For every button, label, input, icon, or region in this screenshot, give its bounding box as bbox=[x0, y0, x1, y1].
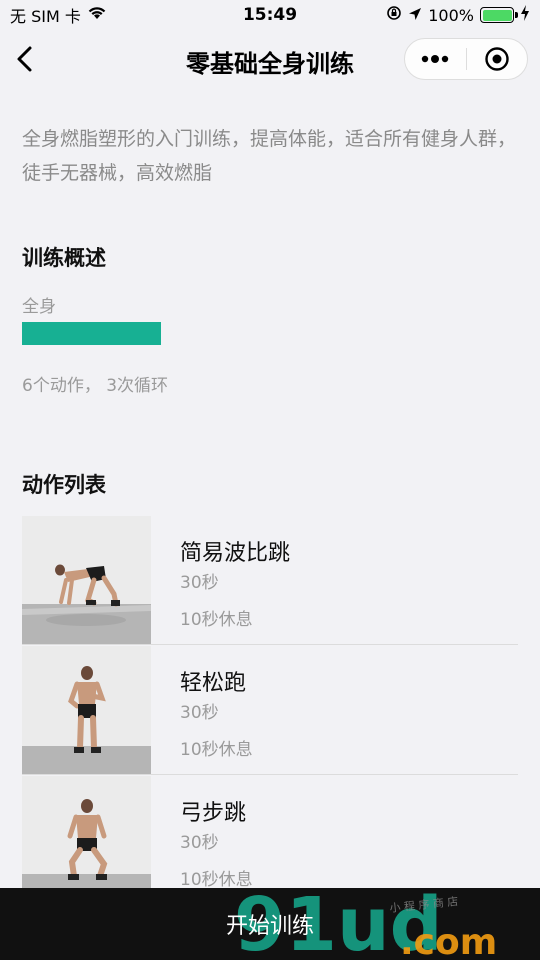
status-right: 100% bbox=[386, 5, 530, 25]
battery-percent: 100% bbox=[428, 5, 474, 25]
battery-level-fill bbox=[482, 9, 512, 21]
body-part-bar-fill bbox=[22, 322, 161, 345]
exercise-duration: 30秒 bbox=[180, 833, 219, 853]
exercise-name: 轻松跑 bbox=[180, 671, 247, 696]
battery-cap bbox=[515, 12, 518, 18]
exercise-rest: 10秒休息 bbox=[180, 740, 253, 760]
battery-icon bbox=[480, 7, 518, 23]
svg-text:.com: .com bbox=[400, 922, 497, 960]
location-icon bbox=[408, 6, 422, 25]
carrier-label: 无 SIM 卡 bbox=[10, 7, 81, 26]
charging-icon bbox=[520, 5, 530, 25]
exercise-name: 简易波比跳 bbox=[180, 541, 291, 566]
exercise-list: 简易波比跳 30秒 10秒休息 轻松跑 30秒 10秒休息 弓步跳 30秒 10… bbox=[22, 515, 518, 905]
wifi-icon bbox=[87, 5, 107, 25]
workout-description: 全身燃脂塑形的入门训练，提高体能，适合所有健身人群，徒手无器械，高效燃脂 bbox=[22, 128, 517, 184]
nav-bar: 零基础全身训练 bbox=[0, 30, 540, 88]
more-icon[interactable] bbox=[405, 39, 466, 79]
overview-heading: 训练概述 bbox=[22, 246, 106, 270]
exercise-name: 弓步跳 bbox=[180, 801, 247, 826]
status-bar: 无 SIM 卡 15:49 100% bbox=[0, 0, 540, 30]
exercise-thumbnail bbox=[22, 646, 151, 774]
orientation-lock-icon bbox=[386, 5, 402, 25]
start-training-button[interactable]: 91ud .com 小 程 序 商 店 开始训练 bbox=[0, 888, 540, 960]
exercise-duration: 30秒 bbox=[180, 703, 219, 723]
menu-capsule bbox=[404, 38, 528, 80]
status-left: 无 SIM 卡 bbox=[10, 3, 107, 27]
exercise-item[interactable]: 弓步跳 30秒 10秒休息 bbox=[22, 775, 518, 905]
body-part-bar bbox=[22, 322, 161, 345]
exercise-rest: 10秒休息 bbox=[180, 870, 253, 890]
app-screen: 无 SIM 卡 15:49 100% 零基础全身训练 全身燃脂塑形的入门训练，提… bbox=[0, 0, 540, 960]
exercise-item[interactable]: 轻松跑 30秒 10秒休息 bbox=[22, 645, 518, 775]
exercise-list-heading: 动作列表 bbox=[22, 473, 106, 497]
svg-text:小 程 序 商 店: 小 程 序 商 店 bbox=[389, 894, 459, 915]
exercise-thumbnail bbox=[22, 776, 151, 904]
exercise-thumbnail bbox=[22, 516, 151, 644]
start-training-label: 开始训练 bbox=[225, 914, 314, 939]
close-target-icon[interactable] bbox=[467, 39, 528, 79]
body-part-label: 全身 bbox=[22, 297, 56, 317]
workout-counts: 6个动作， 3次循环 bbox=[22, 376, 169, 396]
exercise-item[interactable]: 简易波比跳 30秒 10秒休息 bbox=[22, 515, 518, 645]
exercise-rest: 10秒休息 bbox=[180, 610, 253, 630]
exercise-duration: 30秒 bbox=[180, 573, 219, 593]
